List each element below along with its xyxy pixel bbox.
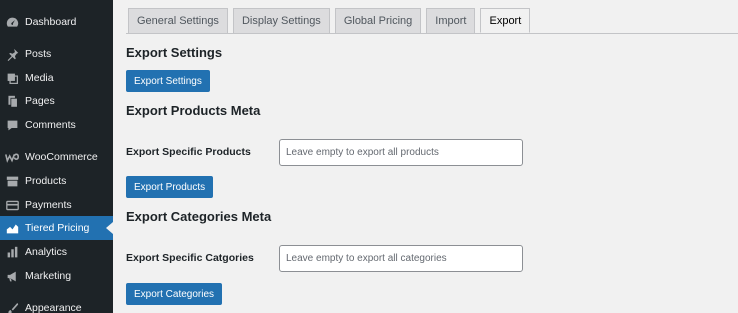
- export-categories-input[interactable]: [279, 245, 523, 272]
- sidebar-item-tiered-pricing[interactable]: Tiered Pricing: [0, 216, 113, 240]
- export-specific-products-label: Export Specific Products: [126, 146, 251, 158]
- pages-icon: [5, 94, 19, 108]
- sidebar-item-media[interactable]: Media: [0, 66, 113, 90]
- export-products-meta-heading: Export Products Meta: [126, 103, 261, 118]
- sidebar-item-label: Pages: [25, 95, 55, 107]
- settings-tabs: General Settings Display Settings Global…: [128, 8, 535, 33]
- sidebar-item-woocommerce[interactable]: WooCommerce: [0, 145, 113, 169]
- chart-area-icon: [5, 221, 19, 235]
- sidebar-item-analytics[interactable]: Analytics: [0, 240, 113, 264]
- export-categories-meta-heading: Export Categories Meta: [126, 209, 272, 224]
- comment-icon: [5, 118, 19, 132]
- sidebar-item-marketing[interactable]: Marketing: [0, 264, 113, 288]
- sidebar-item-label: Analytics: [25, 246, 68, 258]
- woocommerce-icon: [5, 150, 19, 164]
- sidebar-item-label: Media: [25, 72, 54, 84]
- sidebar-item-products[interactable]: Products: [0, 169, 113, 193]
- tab-global-pricing[interactable]: Global Pricing: [334, 8, 422, 33]
- sidebar-item-appearance[interactable]: Appearance: [0, 296, 113, 313]
- bar-chart-icon: [5, 245, 19, 259]
- tab-import[interactable]: Import: [426, 8, 476, 33]
- media-icon: [5, 71, 19, 85]
- export-categories-button[interactable]: Export Categories: [126, 283, 223, 305]
- sidebar-item-posts[interactable]: Posts: [0, 42, 113, 66]
- sidebar-item-label: Posts: [25, 48, 52, 60]
- export-settings-button[interactable]: Export Settings: [126, 70, 210, 92]
- sidebar-item-comments[interactable]: Comments: [0, 113, 113, 137]
- dashboard-icon: [5, 15, 19, 29]
- sidebar-item-label: WooCommerce: [25, 151, 98, 163]
- brush-icon: [5, 301, 19, 313]
- sidebar-item-label: Tiered Pricing: [25, 222, 90, 234]
- pin-icon: [5, 47, 19, 61]
- tab-display-settings[interactable]: Display Settings: [232, 8, 330, 33]
- sidebar-item-label: Marketing: [25, 270, 72, 282]
- export-specific-categories-label: Export Specific Catgories: [126, 252, 254, 264]
- sidebar-item-label: Dashboard: [25, 16, 77, 28]
- tab-export[interactable]: Export: [480, 8, 531, 33]
- export-settings-heading: Export Settings: [126, 45, 223, 60]
- card-icon: [5, 198, 19, 212]
- tab-general-settings[interactable]: General Settings: [128, 8, 228, 33]
- sidebar-item-payments[interactable]: Payments: [0, 193, 113, 217]
- sidebar-item-dashboard[interactable]: Dashboard: [0, 10, 113, 34]
- sidebar-item-label: Appearance: [25, 302, 82, 313]
- export-products-input[interactable]: [279, 139, 523, 166]
- sidebar-item-label: Products: [25, 175, 67, 187]
- export-products-button[interactable]: Export Products: [126, 176, 214, 198]
- sidebar-item-label: Comments: [25, 119, 76, 131]
- megaphone-icon: [5, 269, 19, 283]
- archive-icon: [5, 174, 19, 188]
- admin-sidebar: Dashboard Posts Media Pages Comments Woo…: [0, 0, 113, 313]
- sidebar-item-label: Payments: [25, 199, 72, 211]
- sidebar-item-pages[interactable]: Pages: [0, 89, 113, 113]
- tab-divider: [126, 33, 738, 34]
